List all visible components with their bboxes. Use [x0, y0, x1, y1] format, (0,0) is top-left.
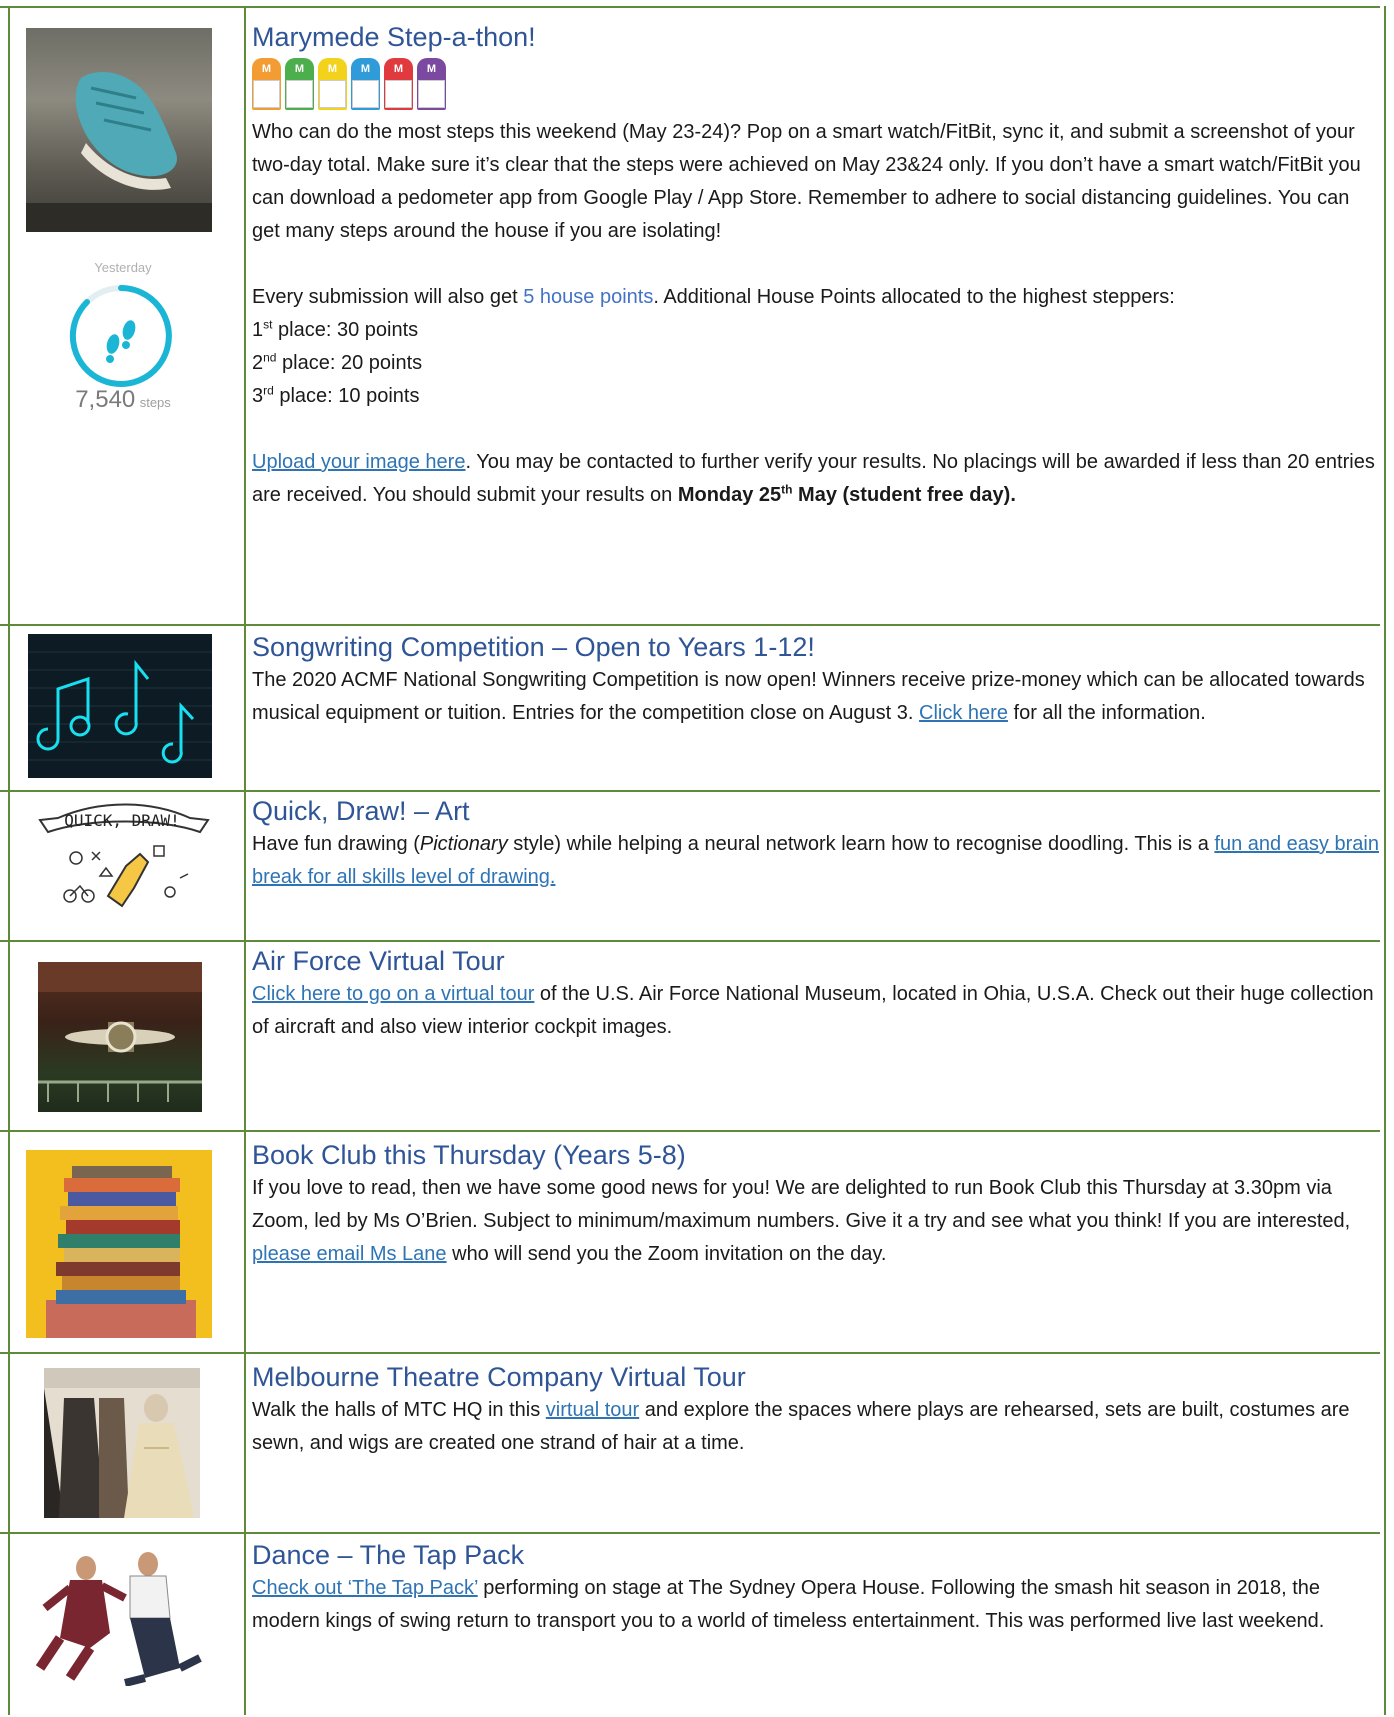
air-force-tour-link[interactable]: Click here to go on a virtual tour [252, 983, 534, 1005]
house-badge-green: M [285, 58, 314, 110]
book-club-paragraph: If you love to read, then we have some g… [252, 1177, 1351, 1265]
svg-text:QUICK, DRAW!: QUICK, DRAW! [64, 811, 180, 830]
tap-pack-link[interactable]: Check out ‘The Tap Pack’ [252, 1577, 478, 1599]
songwriting-content: Songwriting Competition – Open to Years … [252, 630, 1382, 730]
books-image [26, 1150, 212, 1338]
step-title: Marymede Step-a-thon! [252, 22, 536, 52]
air-force-row: Air Force Virtual Tour Click here to go … [0, 940, 1380, 1132]
dance-content: Dance – The Tap Pack Check out ‘The Tap … [252, 1538, 1382, 1638]
book-club-content: Book Club this Thursday (Years 5-8) If y… [252, 1138, 1382, 1271]
songwriting-click-here-link[interactable]: Click here [919, 702, 1008, 724]
place-3: 3rd place: 10 points [252, 383, 420, 407]
dance-paragraph: Check out ‘The Tap Pack’ performing on s… [252, 1577, 1325, 1632]
steps-value: 7,540 [75, 386, 136, 413]
step-content: Marymede Step-a-thon! M M M M M M Who ca… [252, 20, 1382, 512]
house-badge-red: M [384, 58, 413, 110]
running-shoe-image [26, 28, 212, 232]
email-ms-lane-link[interactable]: please email Ms Lane [252, 1243, 447, 1265]
air-force-paragraph: Click here to go on a virtual tour of th… [252, 983, 1374, 1038]
step-paragraph-3: Upload your image here. You may be conta… [252, 451, 1375, 506]
steps-count: 7,540 steps [30, 386, 216, 414]
quick-draw-paragraph: Have fun drawing (Pictionary style) whil… [252, 833, 1379, 888]
air-force-content: Air Force Virtual Tour Click here to go … [252, 944, 1382, 1044]
songwriting-row: Songwriting Competition – Open to Years … [0, 624, 1380, 792]
quick-draw-content: Quick, Draw! – Art Have fun drawing (Pic… [252, 794, 1382, 894]
quick-draw-logo: QUICK, DRAW! [30, 796, 214, 922]
step-paragraph-1: Who can do the most steps this weekend (… [252, 121, 1361, 242]
house-badge-blue: M [351, 58, 380, 110]
costumes-image [44, 1368, 200, 1518]
step-paragraph-2: Every submission will also get 5 house p… [252, 286, 1175, 308]
steps-unit: steps [139, 395, 171, 410]
mtc-content: Melbourne Theatre Company Virtual Tour W… [252, 1360, 1382, 1460]
house-badges: M M M M M M [252, 58, 1382, 110]
house-badge-orange: M [252, 58, 281, 110]
book-club-row: Book Club this Thursday (Years 5-8) If y… [0, 1130, 1380, 1354]
book-club-title: Book Club this Thursday (Years 5-8) [252, 1140, 686, 1170]
dance-title: Dance – The Tap Pack [252, 1540, 525, 1570]
mtc-virtual-tour-link[interactable]: virtual tour [546, 1399, 639, 1421]
house-badge-yellow: M [318, 58, 347, 110]
house-badge-purple: M [417, 58, 446, 110]
steps-ring-icon [67, 282, 175, 395]
air-force-title: Air Force Virtual Tour [252, 946, 505, 976]
quick-draw-title: Quick, Draw! – Art [252, 796, 470, 826]
tap-pack-dancers-image [30, 1538, 210, 1686]
songwriting-paragraph: The 2020 ACMF National Songwriting Compe… [252, 669, 1365, 724]
songwriting-title: Songwriting Competition – Open to Years … [252, 632, 815, 662]
place-2: 2nd place: 20 points [252, 350, 423, 374]
steps-widget-label: Yesterday [94, 260, 152, 275]
quick-draw-row: QUICK, DRAW! Quick, Draw! – Art Have fun… [0, 790, 1380, 942]
mtc-paragraph: Walk the halls of MTC HQ in this virtual… [252, 1399, 1350, 1454]
air-force-museum-image [38, 962, 202, 1112]
upload-image-link[interactable]: Upload your image here [252, 451, 465, 473]
mtc-row: Melbourne Theatre Company Virtual Tour W… [0, 1352, 1380, 1534]
music-notes-image [28, 634, 212, 778]
house-points-text: 5 house points [523, 286, 654, 308]
dance-row: Dance – The Tap Pack Check out ‘The Tap … [0, 1532, 1380, 1717]
mtc-title: Melbourne Theatre Company Virtual Tour [252, 1362, 746, 1392]
place-1: 1st place: 30 points [252, 317, 419, 341]
step-a-thon-row: Yesterday 7,540 steps Marymede Step-a-th… [0, 6, 1380, 568]
